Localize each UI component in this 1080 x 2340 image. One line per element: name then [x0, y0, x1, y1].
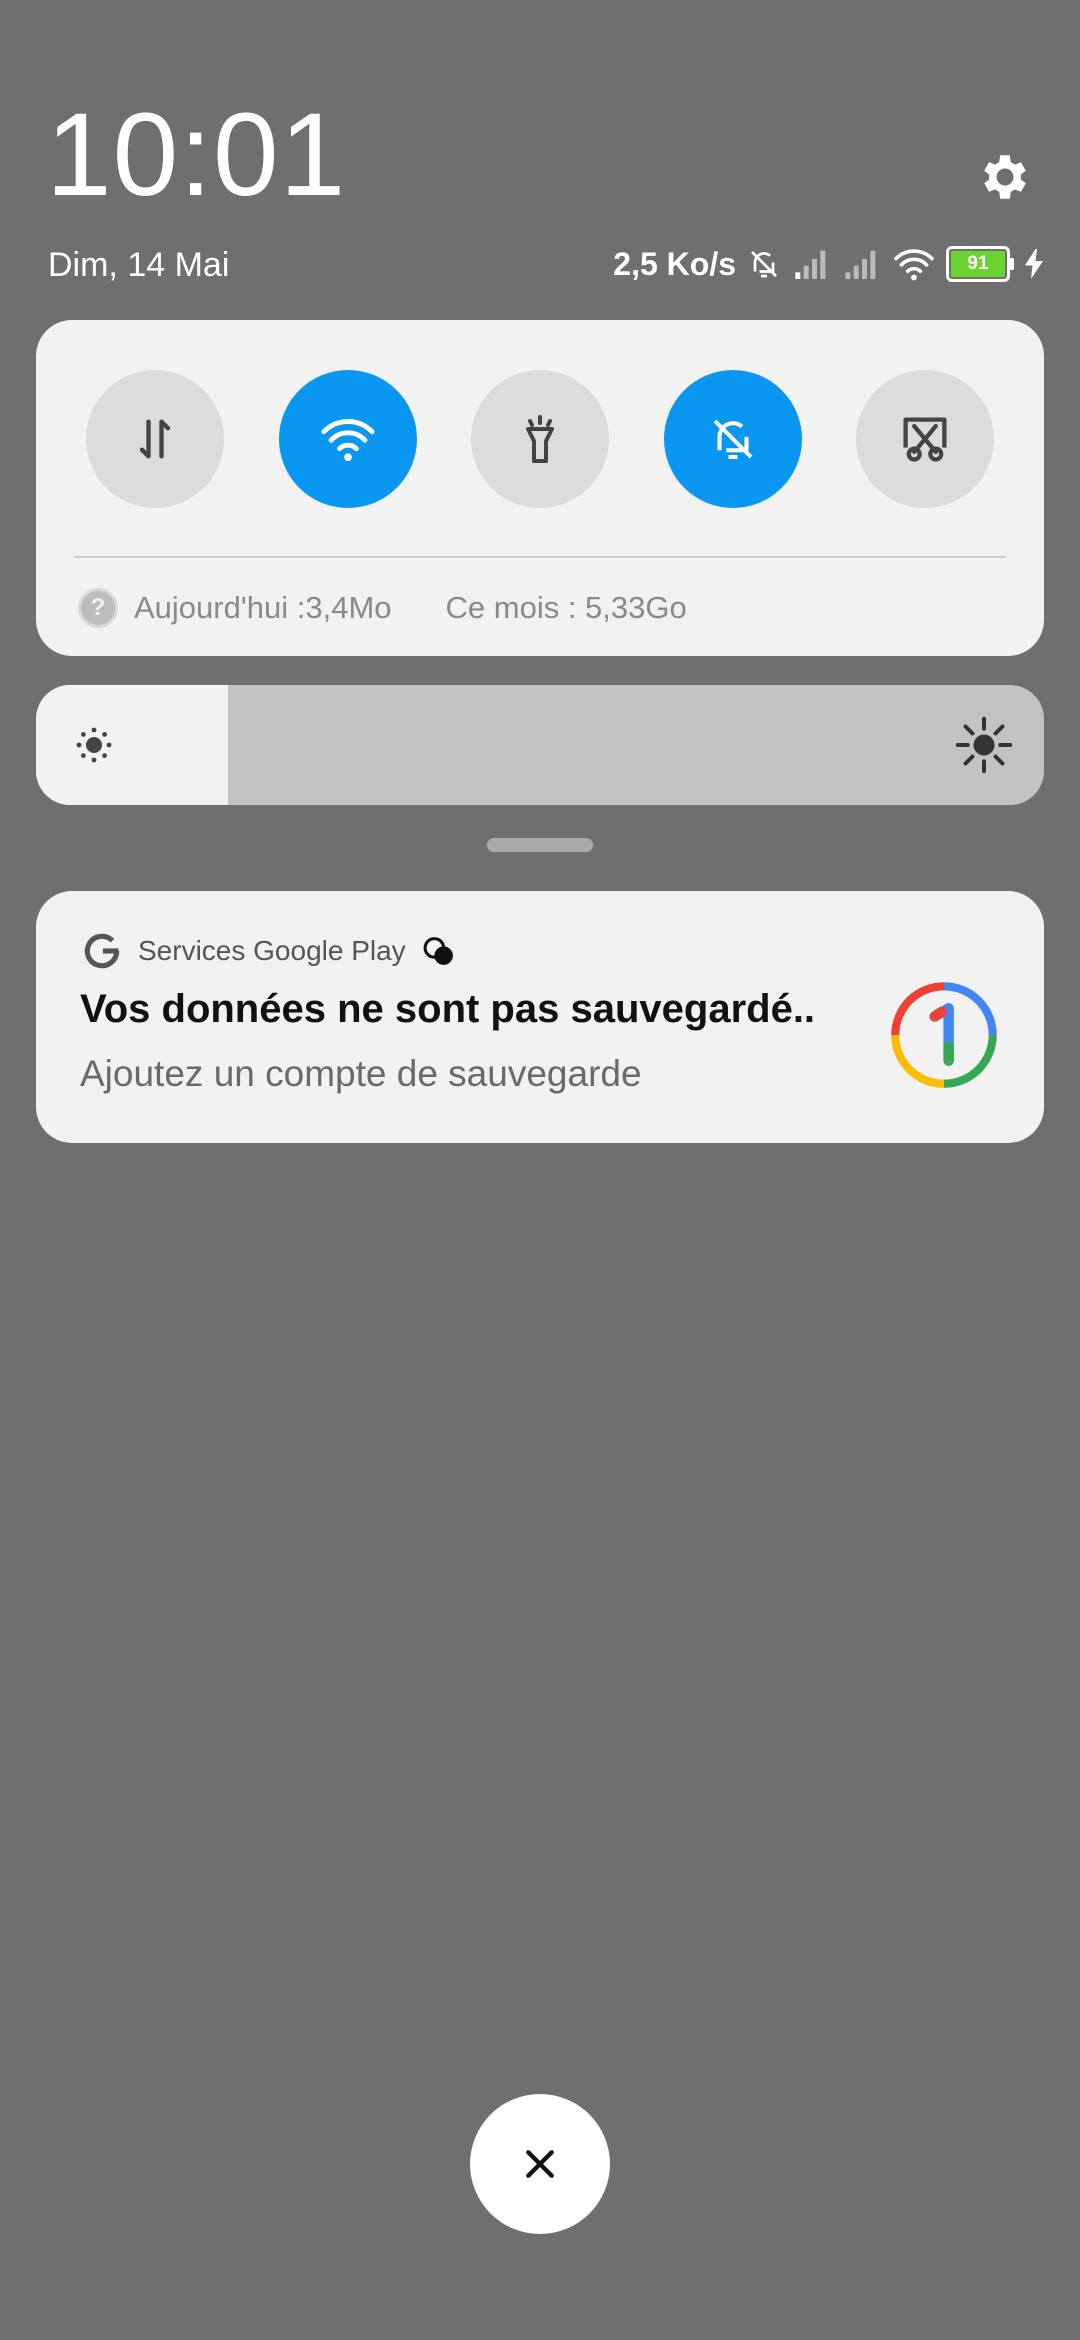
wifi-toggle[interactable]: [279, 370, 417, 508]
google-one-icon: [891, 982, 997, 1088]
brightness-level: [36, 685, 228, 805]
dnd-icon: [713, 419, 753, 460]
notification-app-name: Services Google Play: [138, 935, 406, 966]
wifi-icon: [321, 419, 375, 461]
mobile-data-icon: [139, 419, 171, 459]
battery-level: 91: [951, 251, 1005, 277]
signal-icon: [845, 250, 876, 279]
flashlight-icon: [526, 415, 554, 463]
dnd-toggle[interactable]: [664, 370, 802, 508]
help-icon: ?: [78, 588, 118, 628]
signal-icon: [795, 250, 826, 279]
notification-title: Vos données ne sont pas sauvegardé..: [80, 987, 816, 1031]
bubble-icon: [423, 937, 453, 965]
data-usage[interactable]: ? Aujourd'hui :3,4Mo Ce mois : 5,33Go: [78, 588, 687, 628]
notification-card[interactable]: Services Google Play Vos données ne sont…: [36, 891, 1044, 1143]
drag-handle[interactable]: [487, 838, 593, 852]
network-speed: 2,5 Ko/s: [613, 245, 736, 282]
gear-icon: [984, 155, 1026, 199]
screenshot-icon: [903, 417, 947, 462]
quick-settings-panel: ? Aujourd'hui :3,4Mo Ce mois : 5,33Go: [36, 320, 1044, 656]
brightness-slider[interactable]: [36, 685, 1044, 805]
brightness-high-icon: [955, 716, 1013, 774]
close-icon: [526, 2150, 554, 2178]
settings-button[interactable]: [970, 142, 1040, 212]
notification-body: Ajoutez un compte de sauvegarde: [80, 1053, 642, 1094]
charging-icon: [1025, 249, 1043, 279]
divider: [74, 556, 1006, 558]
google-g-icon: [84, 933, 120, 969]
notification-header: Services Google Play: [80, 929, 458, 973]
flashlight-toggle[interactable]: [471, 370, 609, 508]
status-bar: 2,5 Ko/s 91: [613, 244, 1044, 284]
mobile-data-toggle[interactable]: [86, 370, 224, 508]
close-button[interactable]: [470, 2094, 610, 2234]
battery-icon: 91: [946, 246, 1014, 282]
brightness-low-icon: [76, 727, 112, 763]
dnd-icon: [751, 251, 777, 278]
wifi-icon: [894, 249, 934, 281]
usage-today: Aujourd'hui :3,4Mo: [134, 590, 392, 625]
usage-month: Ce mois : 5,33Go: [445, 590, 687, 625]
clock[interactable]: 10:01: [46, 96, 346, 214]
date[interactable]: Dim, 14 Mai: [48, 246, 229, 285]
screenshot-toggle[interactable]: [856, 370, 994, 508]
